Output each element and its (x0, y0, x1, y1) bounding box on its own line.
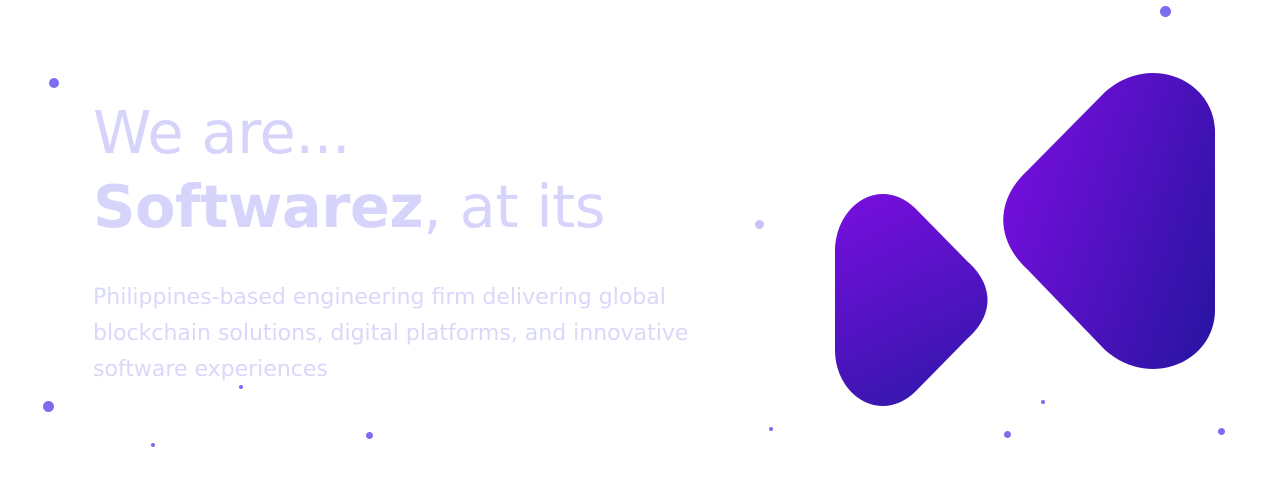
decorative-dot (1004, 431, 1011, 438)
logo-right-shape (1003, 73, 1215, 369)
hero-tagline: Philippines-based engineering firm deliv… (93, 285, 689, 382)
headline-suffix: , at its (423, 172, 605, 241)
decorative-dot (755, 220, 764, 229)
decorative-dot (151, 443, 155, 447)
hero-section: We are... Softwarez, at its Philippines-… (0, 0, 1280, 480)
hero-text: We are... Softwarez, at its (93, 96, 773, 244)
decorative-dot (239, 385, 243, 389)
decorative-dot (366, 432, 373, 439)
decorative-dot (769, 427, 773, 431)
softwarez-logo-icon (835, 73, 1215, 406)
brand-name: Softwarez (93, 172, 424, 241)
decorative-dot (49, 78, 59, 88)
decorative-dot (1218, 428, 1225, 435)
headline-line-1: We are... (93, 98, 351, 167)
hero-headline: We are... Softwarez, at its (93, 96, 773, 244)
decorative-dot (43, 401, 54, 412)
logo-left-shape (835, 194, 988, 406)
decorative-dot (1160, 6, 1171, 17)
headline-line-2: Softwarez, at its (93, 170, 773, 244)
